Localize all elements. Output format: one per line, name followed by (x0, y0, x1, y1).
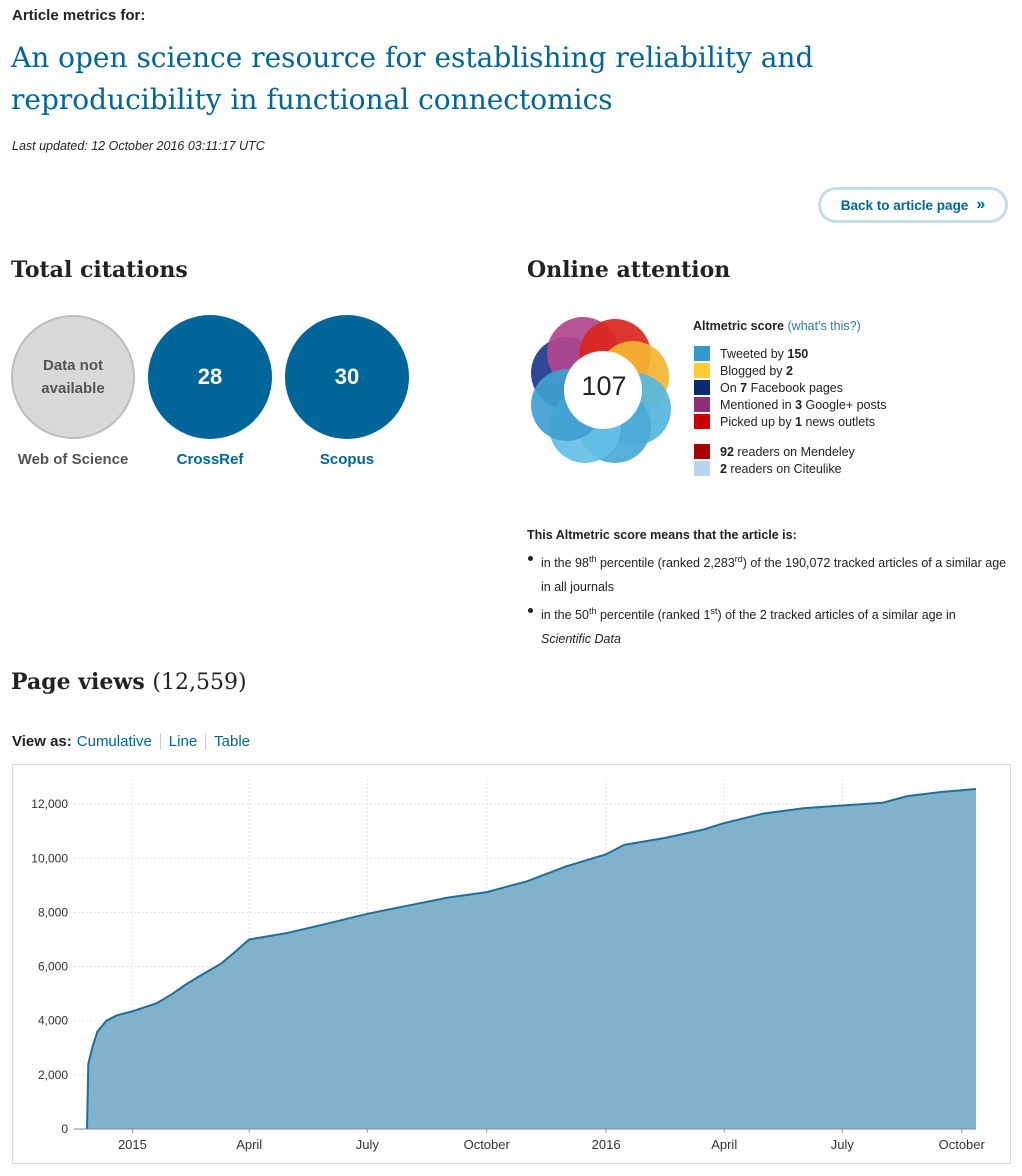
legend-source-2-swatch (694, 380, 710, 395)
y-tick-label: 2,000 (38, 1068, 68, 1082)
legend-source-3: Mentioned in 3 Google+ posts (694, 396, 886, 413)
x-tick-label: April (711, 1137, 737, 1152)
legend-reader-0-swatch (694, 444, 710, 459)
pct1-sup2: rd (734, 554, 743, 564)
altmetric-score-label: Altmetric score (693, 319, 785, 333)
x-tick-label: July (831, 1137, 855, 1152)
view-cumulative-link[interactable]: Cumulative (77, 733, 160, 750)
crossref-link[interactable]: CrossRef (148, 451, 272, 468)
double-chevron-right-icon: » (976, 196, 986, 213)
back-button-label: Back to article page (840, 197, 969, 213)
attention-heading: Online attention (527, 257, 731, 283)
x-tick-label: October (939, 1137, 986, 1152)
y-tick-label: 0 (61, 1122, 68, 1136)
legend-reader-1: 2 readers on Citeulike (694, 460, 842, 477)
legend-source-4-text: Picked up by 1 news outlets (720, 414, 875, 429)
view-table-link[interactable]: Table (205, 733, 258, 750)
y-tick-label: 8,000 (38, 905, 68, 919)
y-tick-label: 12,000 (31, 797, 68, 811)
page-views-chart-svg: 0 2,000 4,000 6,000 8,000 10,000 12,000 2015 Apr… (31, 779, 986, 1152)
web-of-science-label: Web of Science (17, 451, 129, 468)
pct2-mid: percentile (ranked 1 (596, 608, 711, 623)
page-views-heading: Page views (12,559) (11, 669, 247, 695)
legend-source-1: Blogged by 2 (694, 362, 793, 379)
legend-source-3-text: Mentioned in 3 Google+ posts (720, 397, 887, 412)
legend-source-4-swatch (694, 414, 710, 429)
meaning-heading: This Altmetric score means that the arti… (527, 528, 797, 542)
legend-source-4: Picked up by 1 news outlets (694, 413, 875, 430)
y-tick-label: 6,000 (38, 960, 68, 974)
pct1-pre: in the 98 (541, 556, 589, 571)
x-tick-label: October (464, 1137, 511, 1152)
legend-reader-1-swatch (694, 461, 710, 476)
view-as-label: View as: (12, 733, 72, 750)
legend-source-1-text: Blogged by 2 (720, 363, 793, 378)
legend-source-3-swatch (694, 397, 710, 412)
percentile-all-journals: in the 98th percentile (ranked 2,283rd) … (527, 547, 1007, 599)
legend-reader-1-text: 2 readers on Citeulike (720, 461, 842, 476)
view-line-link[interactable]: Line (159, 733, 205, 750)
article-title: An open science resource for establishin… (11, 41, 814, 116)
scopus-link[interactable]: Scopus (285, 451, 409, 468)
altmetric-score-value: 107 (581, 371, 627, 401)
web-of-science-circle: Data not available (11, 315, 135, 439)
percentile-journal: in the 50th percentile (ranked 1st) of t… (527, 599, 1007, 651)
legend-source-2-text: On 7 Facebook pages (720, 380, 844, 395)
legend-source-0-swatch (694, 346, 710, 361)
legend-source-0-text: Tweeted by 150 (720, 346, 809, 361)
pct2-pre: in the 50 (541, 608, 589, 623)
x-tick-label: April (236, 1137, 262, 1152)
citations-heading: Total citations (11, 257, 188, 283)
legend-reader-0-text: 92 readers on Mendeley (720, 444, 855, 459)
view-as-switcher: View as: Cumulative Line Table (12, 733, 258, 750)
y-tick-label: 4,000 (38, 1014, 68, 1028)
scopus-circle[interactable]: 30 (285, 315, 409, 439)
legend-source-0: Tweeted by 150 (694, 345, 808, 362)
whats-this-link[interactable]: (what's this?) (788, 319, 861, 333)
crossref-circle[interactable]: 28 (148, 315, 272, 439)
legend-source-2: On 7 Facebook pages (694, 379, 843, 396)
page-kicker: Article metrics for: (12, 7, 146, 24)
pct1-mid: percentile (ranked 2,283 (596, 556, 735, 571)
page-views-count: (12,559) (152, 670, 247, 695)
y-tick-label: 10,000 (31, 851, 68, 865)
last-updated: Last updated: 12 October 2016 03:11:17 U… (12, 139, 265, 153)
x-tick-label: 2015 (118, 1137, 147, 1152)
journal-name: Scientific Data (541, 632, 621, 647)
pct2-post: ) of the 2 tracked articles of a similar… (717, 608, 956, 623)
altmetric-score-heading: Altmetric score (what's this?) (693, 319, 861, 333)
legend-reader-0: 92 readers on Mendeley (694, 443, 855, 460)
page-views-title: Page views (11, 669, 145, 695)
page-views-area (86, 789, 977, 1129)
altmetric-meaning: This Altmetric score means that the arti… (527, 523, 1007, 651)
back-to-article-button[interactable]: Back to article page » (818, 187, 1008, 223)
x-tick-label: July (356, 1137, 380, 1152)
legend-source-1-swatch (694, 363, 710, 378)
x-tick-label: 2016 (592, 1137, 621, 1152)
page-views-chart: 0 2,000 4,000 6,000 8,000 10,000 12,000 2015 Apr… (12, 764, 1011, 1164)
